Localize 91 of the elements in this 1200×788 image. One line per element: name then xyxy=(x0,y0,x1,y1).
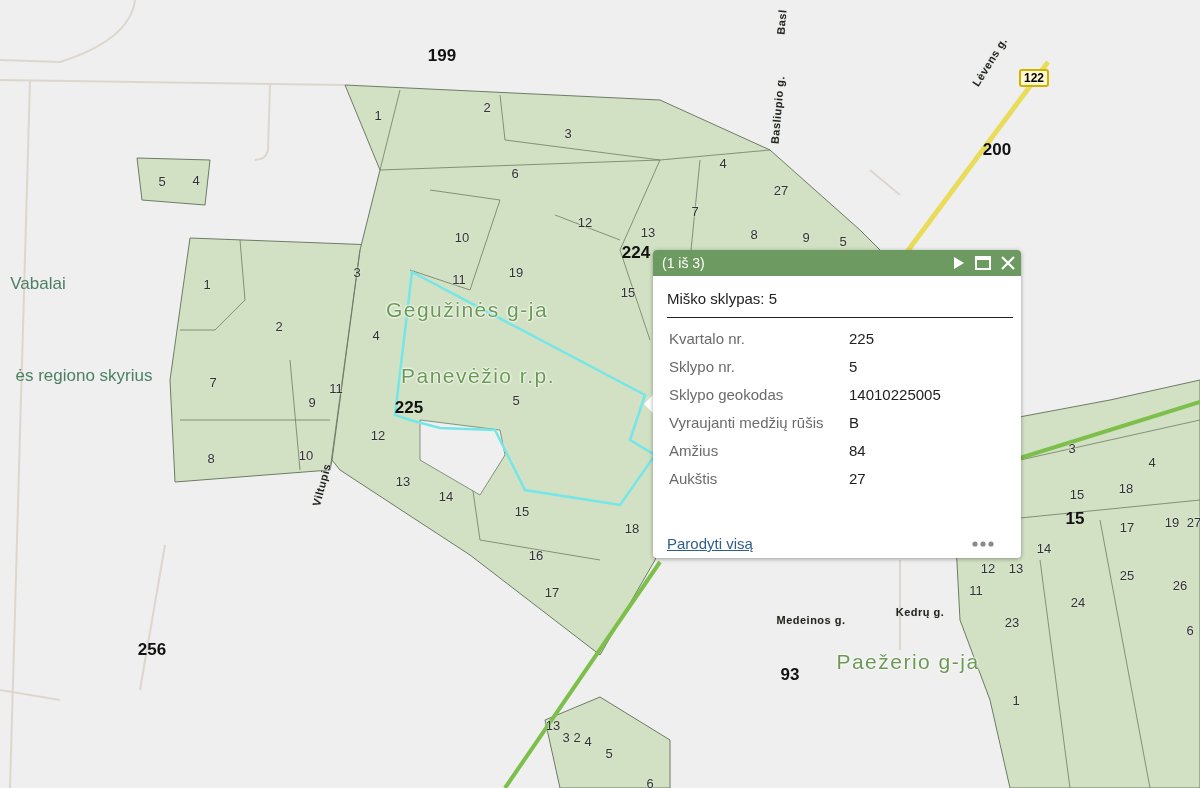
parcel-number: 10 xyxy=(298,448,314,462)
parcel-number: 3 xyxy=(1068,441,1076,455)
parcel-number: 15 xyxy=(514,504,530,518)
parcel-number: 4 xyxy=(1148,455,1156,469)
parcel-number: 27 xyxy=(1186,515,1200,529)
parcel-number: 6 xyxy=(1186,623,1194,637)
parcel-number: 10 xyxy=(454,230,470,244)
parcel-number: 4 xyxy=(192,173,200,187)
feature-counter: (1 iš 3) xyxy=(662,255,706,271)
place-name: Vabalai xyxy=(10,274,66,292)
parcel-number: 9 xyxy=(802,230,810,244)
field-label: Amžius xyxy=(669,442,720,459)
field-value: 5 xyxy=(849,358,859,375)
district-number: 93 xyxy=(780,665,800,683)
parcel-number: 14 xyxy=(1036,541,1052,555)
street-name: Basliupio g. xyxy=(769,75,787,145)
parcel-number: 1 xyxy=(1012,693,1020,707)
parcel-number: 11 xyxy=(969,583,983,597)
place-name: ės regiono skyrius xyxy=(15,366,153,384)
street-name: Medeinos g. xyxy=(776,614,846,626)
parcel-number: 12 xyxy=(370,428,386,442)
parcel-number: 25 xyxy=(1119,568,1135,582)
show-all-link[interactable]: Parodyti visą xyxy=(667,535,753,552)
parcel-number: 8 xyxy=(207,451,215,465)
parcel-number: 1 xyxy=(203,277,211,291)
field-label: Sklypo geokodas xyxy=(669,386,785,403)
parcel-number: 27 xyxy=(773,183,789,197)
parcel-number: 2 xyxy=(483,100,491,114)
field-value: 14010225005 xyxy=(849,386,942,403)
district-number: 15 xyxy=(1065,509,1085,527)
field-value: 84 xyxy=(849,442,867,459)
street-name: Kedrų g. xyxy=(895,606,945,618)
route-shield: 122 xyxy=(1019,69,1049,87)
parcel-number: 16 xyxy=(528,548,544,562)
field-label: Vyraujanti medžių rūšis xyxy=(669,414,825,431)
parcel-number: 5 xyxy=(512,393,520,407)
parcel-number: 23 xyxy=(1004,615,1020,629)
parcel-number: 15 xyxy=(1069,487,1085,501)
parcel-number: 12 xyxy=(577,215,593,229)
parcel-number: 4 xyxy=(372,328,380,342)
parcel-number: 17 xyxy=(544,585,560,599)
parcel-number: 13 xyxy=(640,225,656,239)
parcel-number: 3 xyxy=(353,265,361,279)
district-number: 224 xyxy=(621,243,651,261)
parcel-number: 18 xyxy=(624,521,640,535)
parcel-number: 13 xyxy=(395,474,411,488)
parcel-number: 7 xyxy=(691,204,699,218)
parcel-number: 18 xyxy=(1118,481,1134,495)
parcel-number: 19 xyxy=(1164,515,1180,529)
more-icon[interactable] xyxy=(972,540,994,547)
parcel-number: 9 xyxy=(308,395,316,409)
parcel-number: 5 xyxy=(839,234,847,248)
parcel-number: 4 xyxy=(584,734,592,748)
parcel-number: 12 xyxy=(980,561,996,575)
popup-title: Miško sklypas: 5 xyxy=(667,290,1013,318)
parcel-number: 5 xyxy=(158,174,166,188)
parcel-number: 4 xyxy=(719,156,727,170)
close-icon[interactable] xyxy=(1001,256,1015,270)
parcel-number: 3 xyxy=(562,730,570,744)
field-value: 225 xyxy=(849,330,876,347)
parcel-number: 7 xyxy=(209,375,217,389)
district-number: 256 xyxy=(137,640,167,658)
parcel-number: 26 xyxy=(1172,578,1188,592)
district-number: 199 xyxy=(427,46,457,64)
field-value: B xyxy=(849,414,860,431)
parcel-number: 8 xyxy=(750,227,758,241)
field-label: Kvartalo nr. xyxy=(669,330,746,347)
field-label: Sklypo nr. xyxy=(669,358,736,375)
maximize-icon[interactable] xyxy=(975,256,991,270)
parcel-number: 11 xyxy=(452,272,466,286)
parcel-number: 2 xyxy=(573,730,581,744)
street-name: Basl xyxy=(775,8,789,36)
parcel-number: 11 xyxy=(329,381,343,395)
play-icon[interactable] xyxy=(951,256,965,270)
parcel-number: 5 xyxy=(605,746,613,760)
parcel-number: 15 xyxy=(620,285,636,299)
parcel-number: 1 xyxy=(374,108,382,122)
parcel-number: 2 xyxy=(275,319,283,333)
field-value: 27 xyxy=(849,470,867,487)
parcel-number: 3 xyxy=(564,126,572,140)
parcel-number: 19 xyxy=(508,265,524,279)
parcel-number: 17 xyxy=(1119,520,1135,534)
place-name: Panevėžio r.p. xyxy=(400,364,556,386)
field-label: Aukštis xyxy=(669,470,719,487)
district-number: 200 xyxy=(982,140,1012,158)
parcel-number: 24 xyxy=(1070,595,1086,609)
district-number: 225 xyxy=(394,398,424,416)
parcel-number: 6 xyxy=(511,166,519,180)
parcel-number: 14 xyxy=(438,489,454,503)
parcel-number: 6 xyxy=(646,776,654,788)
parcel-number: 13 xyxy=(1008,561,1024,575)
